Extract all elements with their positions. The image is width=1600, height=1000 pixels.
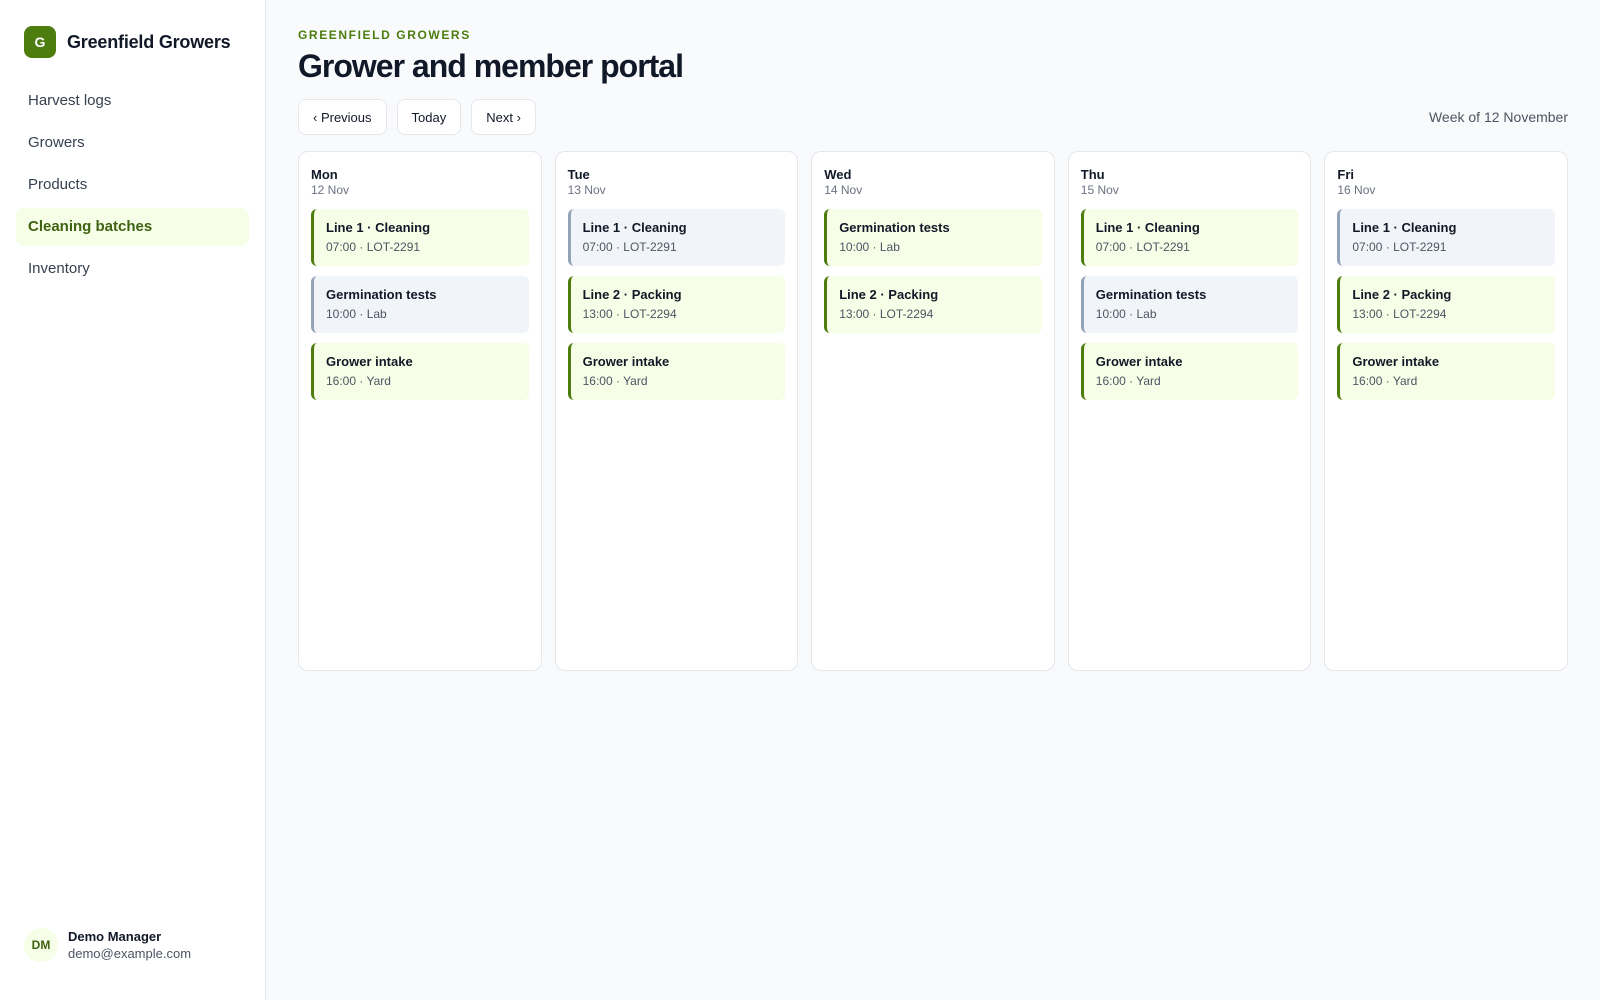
- calendar-event[interactable]: Line 1 · Cleaning 07:00 · LOT-2291: [1080, 209, 1299, 266]
- brand-name: Greenfield Growers: [67, 31, 231, 52]
- day-name: Wed: [824, 167, 852, 182]
- day-name: Mon: [311, 167, 338, 182]
- calendar-event[interactable]: Line 1 · Cleaning 07:00 · LOT-2291: [1337, 209, 1555, 266]
- calendar-event[interactable]: Line 2 · Packing 13:00 · LOT-2294: [824, 276, 1042, 333]
- day-column-fri: Fri 16 Nov Line 1 · Cleaning 07:00 · LOT…: [1324, 151, 1568, 671]
- event-title: Grower intake: [1095, 354, 1183, 369]
- sidebar: G Greenfield Growers Harvest logs Grower…: [0, 0, 266, 1000]
- brand[interactable]: G Greenfield Growers: [0, 0, 265, 58]
- calendar-event[interactable]: Germination tests 10:00 · Lab: [824, 209, 1042, 266]
- event-meta: 16:00 · Yard: [1095, 374, 1161, 388]
- day-column-thu: Thu 15 Nov Line 1 · Cleaning 07:00 · LOT…: [1067, 151, 1312, 671]
- avatar: DM: [24, 928, 58, 962]
- event-meta: 16:00 · Yard: [326, 374, 391, 388]
- day-date: 15 Nov: [1080, 183, 1119, 197]
- main-content: GREENFIELD GROWERS Grower and member por…: [266, 0, 1600, 1000]
- event-title: Germination tests: [326, 287, 437, 302]
- calendar-event[interactable]: Line 1 · Cleaning 07:00 · LOT-2291: [567, 209, 786, 266]
- sidebar-item-products[interactable]: Products: [16, 166, 249, 204]
- event-meta: 16:00 · Yard: [582, 374, 648, 388]
- event-meta: 07:00 · LOT-2291: [582, 240, 677, 254]
- event-meta: 10:00 · Lab: [1095, 307, 1157, 321]
- sidebar-item-inventory[interactable]: Inventory: [16, 250, 249, 288]
- day-date: 14 Nov: [824, 183, 863, 197]
- event-meta: 07:00 · LOT-2291: [1352, 240, 1447, 254]
- sidebar-item-harvest-logs[interactable]: Harvest logs: [16, 82, 249, 120]
- week-label: Week of 12 November: [1428, 109, 1568, 125]
- day-name: Thu: [1080, 167, 1105, 182]
- next-week-button[interactable]: Next ›: [471, 99, 536, 135]
- calendar-event[interactable]: Grower intake 16:00 · Yard: [311, 343, 529, 400]
- event-meta: 16:00 · Yard: [1352, 374, 1418, 388]
- page-eyebrow: GREENFIELD GROWERS: [298, 28, 471, 42]
- event-title: Line 1 · Cleaning: [582, 220, 687, 235]
- event-title: Line 1 · Cleaning: [1095, 220, 1200, 235]
- previous-week-button[interactable]: ‹ Previous: [298, 99, 387, 135]
- event-title: Germination tests: [839, 220, 950, 235]
- calendar-event[interactable]: Line 1 · Cleaning 07:00 · LOT-2291: [311, 209, 529, 266]
- calendar-toolbar: ‹ Previous Today Next › Week of 12 Novem…: [298, 99, 1568, 135]
- calendar-event[interactable]: Germination tests 10:00 · Lab: [1080, 276, 1299, 333]
- event-title: Grower intake: [1352, 354, 1440, 369]
- day-name: Tue: [567, 167, 590, 182]
- event-meta: 07:00 · LOT-2291: [326, 240, 421, 254]
- user-email: demo@example.com: [68, 946, 192, 961]
- event-meta: 13:00 · LOT-2294: [582, 307, 677, 321]
- event-meta: 13:00 · LOT-2294: [1352, 307, 1447, 321]
- event-title: Line 1 · Cleaning: [1352, 220, 1457, 235]
- event-meta: 13:00 · LOT-2294: [839, 307, 934, 321]
- day-date: 16 Nov: [1337, 183, 1376, 197]
- day-name: Fri: [1337, 167, 1354, 182]
- page-title: Grower and member portal: [298, 48, 684, 84]
- brand-logo: G: [24, 26, 56, 58]
- calendar-event[interactable]: Grower intake 16:00 · Yard: [567, 343, 786, 400]
- day-date: 12 Nov: [311, 183, 350, 197]
- day-column-mon: Mon 12 Nov Line 1 · Cleaning 07:00 · LOT…: [298, 151, 542, 671]
- event-title: Line 2 · Packing: [839, 287, 939, 302]
- calendar-event[interactable]: Germination tests 10:00 · Lab: [311, 276, 529, 333]
- calendar-event[interactable]: Grower intake 16:00 · Yard: [1080, 343, 1299, 400]
- day-column-tue: Tue 13 Nov Line 1 · Cleaning 07:00 · LOT…: [554, 151, 799, 671]
- sidebar-nav: Harvest logs Growers Products Cleaning b…: [0, 82, 265, 288]
- event-meta: 10:00 · Lab: [326, 307, 387, 321]
- event-title: Line 1 · Cleaning: [326, 220, 431, 235]
- sidebar-item-cleaning-batches[interactable]: Cleaning batches: [16, 208, 249, 246]
- day-column-wed: Wed 14 Nov Germination tests 10:00 · Lab…: [811, 151, 1055, 671]
- user-profile[interactable]: DM Demo Manager demo@example.com: [24, 928, 191, 962]
- day-date: 13 Nov: [567, 183, 606, 197]
- today-button[interactable]: Today: [396, 99, 462, 135]
- event-meta: 10:00 · Lab: [839, 240, 900, 254]
- user-info: Demo Manager demo@example.com: [68, 929, 191, 961]
- event-title: Germination tests: [1095, 287, 1207, 302]
- user-name: Demo Manager: [68, 929, 162, 944]
- event-title: Grower intake: [326, 354, 413, 369]
- event-title: Grower intake: [582, 354, 670, 369]
- calendar-event[interactable]: Line 2 · Packing 13:00 · LOT-2294: [567, 276, 786, 333]
- calendar-event[interactable]: Grower intake 16:00 · Yard: [1337, 343, 1555, 400]
- sidebar-item-growers[interactable]: Growers: [16, 124, 249, 162]
- event-title: Line 2 · Packing: [582, 287, 682, 302]
- calendar-event[interactable]: Line 2 · Packing 13:00 · LOT-2294: [1337, 276, 1555, 333]
- event-title: Line 2 · Packing: [1352, 287, 1452, 302]
- week-calendar: Mon 12 Nov Line 1 · Cleaning 07:00 · LOT…: [298, 151, 1568, 671]
- event-meta: 07:00 · LOT-2291: [1095, 240, 1190, 254]
